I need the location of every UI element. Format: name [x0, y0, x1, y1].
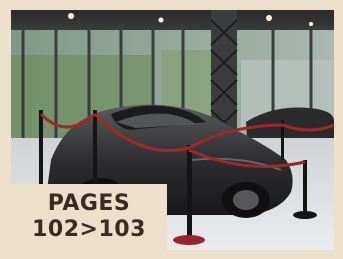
badge-label: PAGES — [47, 191, 131, 217]
badge-page-range: 102>103 — [32, 217, 146, 242]
page-frame: PAGES 102>103 — [0, 0, 343, 259]
page-range-badge: PAGES 102>103 — [11, 184, 167, 250]
